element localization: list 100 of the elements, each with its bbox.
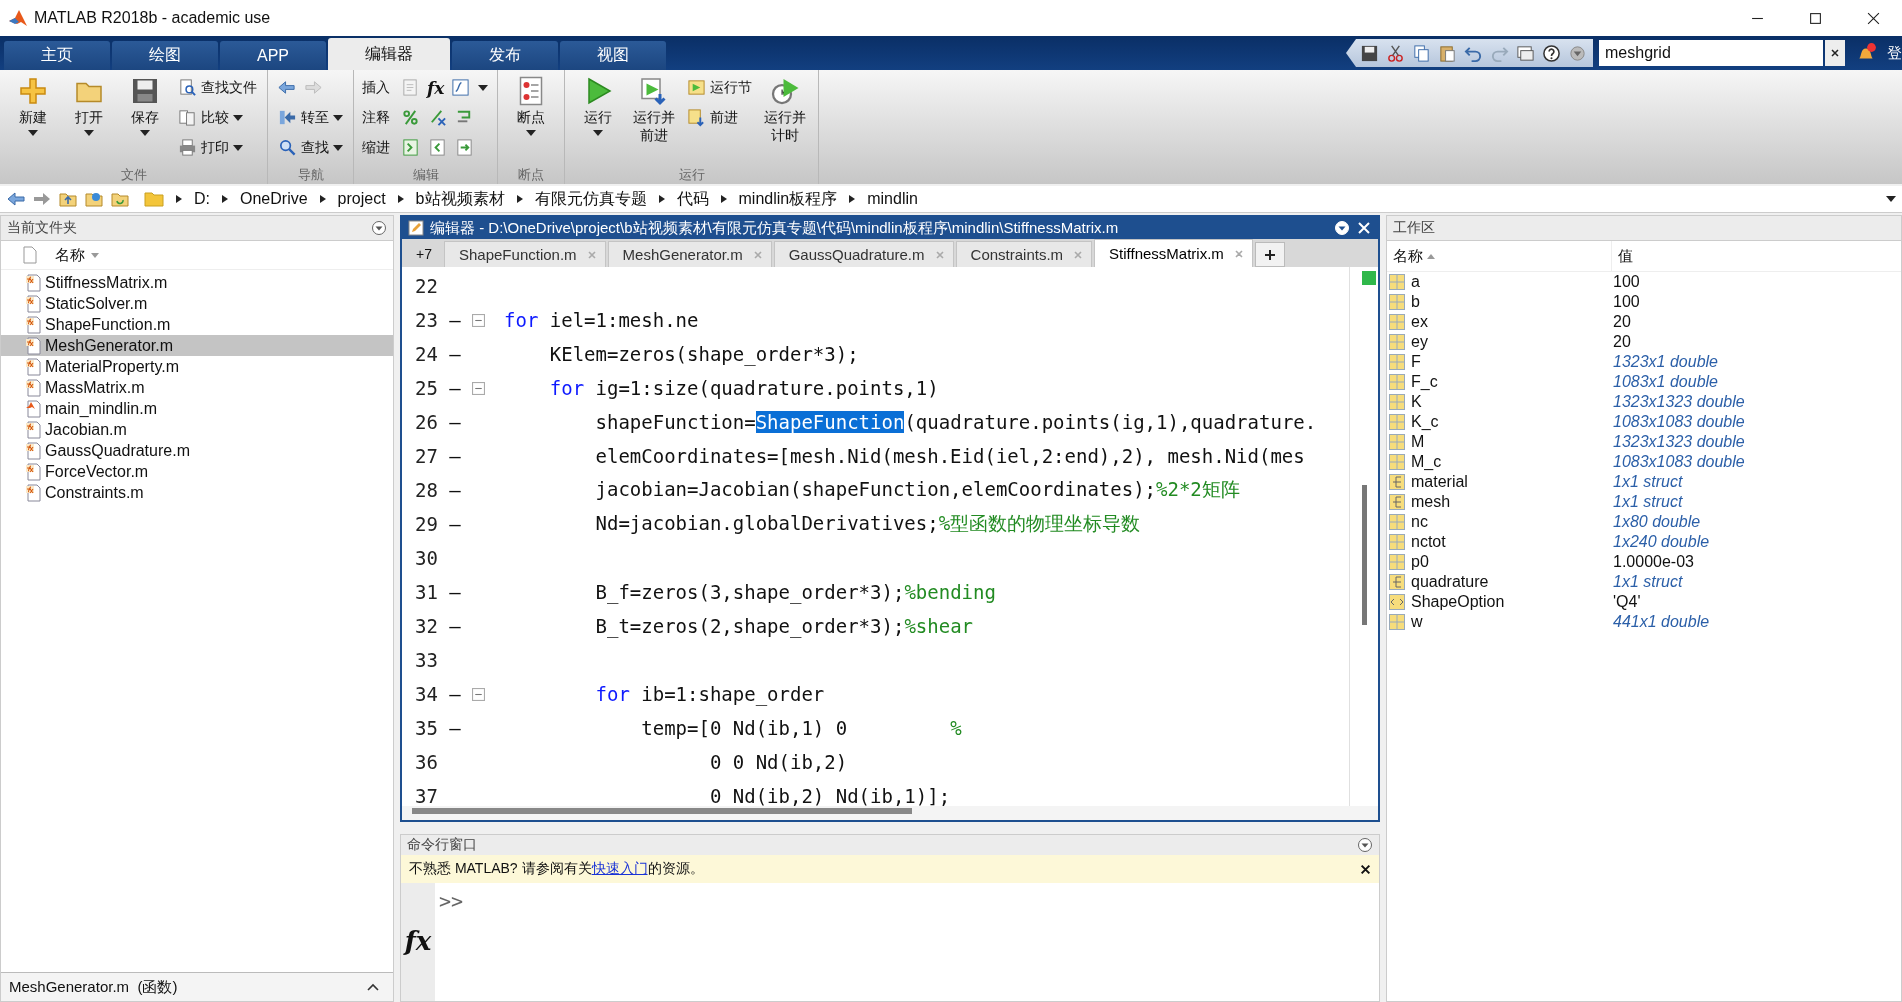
ribbon-button[interactable]: 断点 (506, 74, 557, 138)
back-button[interactable] (6, 189, 26, 209)
outdent-button[interactable] (427, 137, 448, 158)
variable-row[interactable]: a 100 (1387, 272, 1901, 292)
ribbon-button[interactable]: 打开 (64, 74, 114, 138)
ribbon-tab[interactable]: 绘图 (112, 41, 218, 70)
ribbon-button[interactable]: 前进 (685, 104, 755, 131)
close-icon[interactable] (1356, 220, 1372, 236)
breadcrumb[interactable]: 代码 (676, 188, 709, 210)
variable-row[interactable]: nctot 1x240 double (1387, 532, 1901, 552)
more-tabs-button[interactable]: +7 (406, 241, 442, 267)
breadcrumb[interactable]: 有限元仿真专题 (534, 188, 647, 210)
variable-row[interactable]: F 1323x1 double (1387, 352, 1901, 372)
editor-tab[interactable]: MeshGenerator.m (607, 241, 772, 267)
clipboard-icon[interactable] (1438, 43, 1457, 63)
panel-options-icon[interactable] (1357, 837, 1373, 853)
file-item[interactable]: Constraints.m (1, 482, 393, 503)
ribbon-button[interactable]: 查找文件 (176, 74, 259, 101)
scrollbar-thumb[interactable] (412, 808, 912, 814)
dropdown-button[interactable] (477, 83, 490, 92)
ribbon-button[interactable]: 查找 (276, 134, 345, 161)
percent-button[interactable] (400, 107, 421, 128)
ribbon-tab[interactable]: 发布 (452, 41, 558, 70)
ribbon-button[interactable]: 打印 (176, 134, 259, 161)
function-browser-button[interactable]: fx (404, 883, 432, 1001)
file-item[interactable]: MaterialProperty.m (1, 356, 393, 377)
editor-tab[interactable]: Constraints.m (955, 241, 1093, 267)
ribbon-button[interactable]: 运行 (573, 74, 624, 138)
variable-row[interactable]: ShapeOption 'Q4' (1387, 592, 1901, 612)
file-item[interactable]: GaussQuadrature.m (1, 440, 393, 461)
history-dropdown-button[interactable] (1886, 196, 1896, 202)
variable-row[interactable]: p0 1.0000e-03 (1387, 552, 1901, 572)
breadcrumb[interactable]: mindlin板程序 (738, 188, 838, 210)
file-item[interactable]: ForceVector.m (1, 461, 393, 482)
variable-row[interactable]: w 441x1 double (1387, 612, 1901, 632)
clear-button[interactable] (1825, 40, 1845, 66)
windows-icon[interactable] (1516, 43, 1535, 63)
function-box-button[interactable] (450, 77, 472, 98)
file-item[interactable]: MassMatrix.m (1, 377, 393, 398)
panel-options-icon[interactable] (371, 220, 387, 236)
ribbon-tab[interactable]: 主页 (4, 41, 110, 70)
ribbon-button[interactable]: 保存 (120, 74, 170, 138)
ribbon-button[interactable]: 新建 (8, 74, 58, 138)
smart-indent-button[interactable] (454, 137, 475, 158)
file-item[interactable]: main_mindlin.m (1, 398, 393, 419)
variable-row[interactable]: K 1323x1323 double (1387, 392, 1901, 412)
sign-in-link[interactable]: 登 (1887, 43, 1902, 63)
horizontal-scrollbar[interactable] (402, 806, 1378, 820)
variable-row[interactable]: nc 1x80 double (1387, 512, 1901, 532)
variable-row[interactable]: M 1323x1323 double (1387, 432, 1901, 452)
file-item[interactable]: StaticSolver.m (1, 293, 393, 314)
column-header[interactable]: 名称 (1387, 241, 1612, 271)
fold-icon[interactable] (472, 381, 485, 395)
column-title[interactable]: 名称 (55, 245, 85, 265)
indent-button[interactable] (400, 137, 421, 158)
file-item[interactable]: MeshGenerator.m (1, 335, 393, 356)
fold-icon[interactable] (472, 687, 485, 701)
expand-caret-icon[interactable] (367, 983, 379, 991)
variable-row[interactable]: quadrature 1x1 struct (1387, 572, 1901, 592)
fold-icon[interactable] (472, 313, 485, 327)
ribbon-tab[interactable]: 编辑器 (328, 38, 450, 70)
scrollbar-thumb[interactable] (1361, 485, 1367, 625)
scissors-icon[interactable] (1386, 43, 1405, 63)
ribbon-button[interactable]: 比较 (176, 104, 259, 131)
variable-row[interactable]: ex 20 (1387, 312, 1901, 332)
editor-tab[interactable]: ShapeFunction.m (444, 241, 606, 267)
editor-tab[interactable]: StiffnessMatrix.m (1094, 239, 1253, 267)
search-field[interactable]: meshgrid (1599, 40, 1823, 66)
quick-start-link[interactable]: 快速入门 (591, 860, 648, 876)
ribbon-tab[interactable]: APP (220, 41, 326, 70)
file-item[interactable]: ShapeFunction.m (1, 314, 393, 335)
ribbon-button[interactable]: 转至 (276, 104, 345, 131)
insert-function-button[interactable]: fx (427, 77, 445, 98)
ribbon-button[interactable]: 运行并计时 (760, 74, 811, 146)
close-icon[interactable] (1360, 863, 1371, 875)
variable-row[interactable]: b 100 (1387, 292, 1901, 312)
editor-tab[interactable]: GaussQuadrature.m (773, 241, 954, 267)
variable-row[interactable]: ey 20 (1387, 332, 1901, 352)
ribbon-button[interactable]: 运行并前进 (629, 74, 680, 146)
breadcrumb[interactable]: mindlin (867, 190, 918, 208)
file-item[interactable]: Jacobian.m (1, 419, 393, 440)
command-prompt[interactable]: >> (439, 889, 464, 913)
variable-row[interactable]: M_c 1083x1083 double (1387, 452, 1901, 472)
vertical-scrollbar[interactable] (1349, 267, 1378, 806)
close-tab-icon[interactable] (1233, 248, 1244, 259)
file-item[interactable]: StiffnessMatrix.m (1, 272, 393, 293)
breadcrumb[interactable]: OneDrive (240, 190, 308, 208)
help-icon[interactable] (1542, 43, 1561, 63)
breadcrumb[interactable]: project (337, 190, 386, 208)
dropdown-icon[interactable] (1568, 43, 1587, 63)
copy-icon[interactable] (1412, 43, 1431, 63)
ribbon-tab[interactable]: 视图 (560, 41, 666, 70)
variable-row[interactable]: material 1x1 struct (1387, 472, 1901, 492)
breadcrumb[interactable]: D: (194, 190, 210, 208)
ribbon-button[interactable]: 运行节 (685, 74, 755, 101)
variable-row[interactable]: F_c 1083x1 double (1387, 372, 1901, 392)
variable-row[interactable]: K_c 1083x1083 double (1387, 412, 1901, 432)
column-header[interactable]: 值 (1612, 241, 1633, 271)
breadcrumb[interactable]: b站视频素材 (415, 188, 505, 210)
variable-row[interactable]: mesh 1x1 struct (1387, 492, 1901, 512)
